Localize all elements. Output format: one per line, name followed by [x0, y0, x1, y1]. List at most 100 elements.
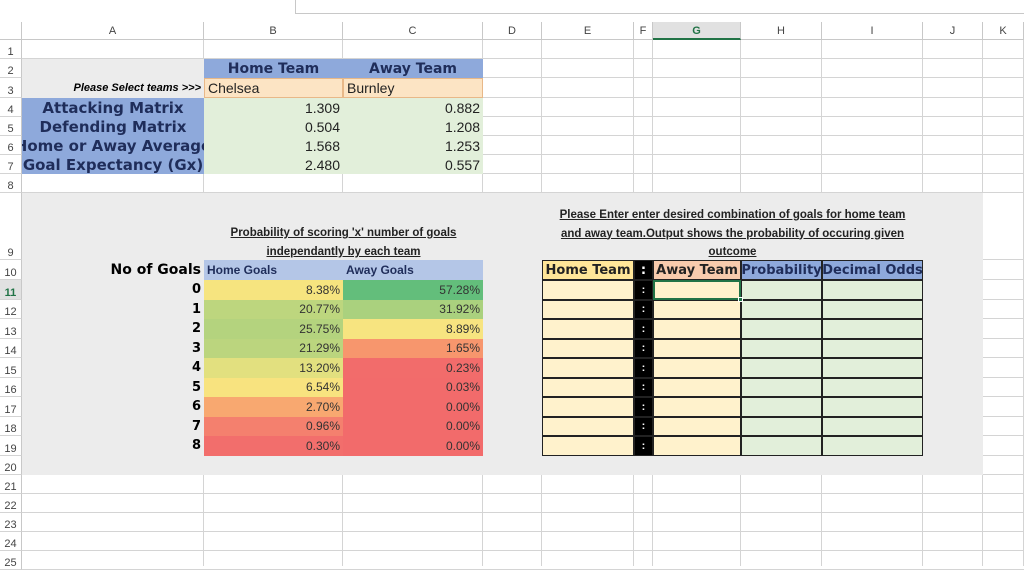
column-header-F[interactable]: F: [634, 22, 653, 40]
away-goal-probability: 31.92%: [343, 299, 483, 319]
row-header-20[interactable]: 20: [0, 455, 22, 475]
away-goal-probability: 0.00%: [343, 397, 483, 417]
home-goal-probability: 21.29%: [204, 338, 343, 358]
column-header-B[interactable]: B: [204, 22, 343, 40]
home-goal-probability: 2.70%: [204, 397, 343, 417]
formula-bar[interactable]: [295, 0, 1024, 14]
goals-count: 1: [191, 301, 201, 317]
row-header-24[interactable]: 24: [0, 532, 22, 551]
decimal-odds-output: [822, 299, 923, 319]
row-header-10[interactable]: 10: [0, 260, 22, 280]
away-goal-probability: 1.65%: [343, 338, 483, 358]
select-teams-prompt: Please Select teams >>>: [22, 78, 204, 98]
row-header-12[interactable]: 12: [0, 299, 22, 319]
decimal-odds-output: [822, 397, 923, 417]
home-goals-input[interactable]: [542, 436, 634, 456]
row-header-9[interactable]: 9: [0, 193, 22, 260]
row-header-13[interactable]: 13: [0, 319, 22, 339]
decimal-odds-output: [822, 416, 923, 436]
away-goals-input[interactable]: [653, 358, 741, 378]
combination-header-odds: Decimal Odds: [822, 260, 923, 280]
home-goals-input[interactable]: [542, 397, 634, 417]
decimal-odds-output: [822, 319, 923, 339]
metric-away-value: 0.557: [343, 155, 483, 174]
home-goal-probability: 8.38%: [204, 280, 343, 300]
separator: :: [634, 377, 653, 397]
home-goals-input[interactable]: [542, 416, 634, 436]
home-team-header: Home Team: [204, 59, 343, 78]
away-goals-input[interactable]: [653, 299, 741, 319]
row-header-21[interactable]: 21: [0, 475, 22, 494]
row-header-8[interactable]: 8: [0, 174, 22, 193]
metric-home-value: 0.504: [204, 117, 343, 136]
home-goals-input[interactable]: [542, 338, 634, 358]
row-header-6[interactable]: 6: [0, 136, 22, 155]
away-team-select[interactable]: Burnley: [343, 78, 483, 98]
away-goals-input[interactable]: [653, 416, 741, 436]
probability-output: [741, 416, 822, 436]
combination-header-away: Away Team: [653, 260, 741, 280]
decimal-odds-output: [822, 377, 923, 397]
away-goal-probability: 0.00%: [343, 416, 483, 436]
row-header-11[interactable]: 11: [0, 280, 22, 300]
row-header-22[interactable]: 22: [0, 494, 22, 513]
row-header-2[interactable]: 2: [0, 59, 22, 78]
row-header-16[interactable]: 16: [0, 377, 22, 397]
probability-output: [741, 436, 822, 456]
home-goals-input[interactable]: [542, 377, 634, 397]
home-goals-input[interactable]: [542, 299, 634, 319]
home-goals-input[interactable]: [542, 358, 634, 378]
row-header-17[interactable]: 17: [0, 397, 22, 417]
row-header-5[interactable]: 5: [0, 117, 22, 136]
away-goal-probability: 57.28%: [343, 280, 483, 300]
column-header-A[interactable]: A: [22, 22, 204, 40]
away-goals-input[interactable]: [653, 319, 741, 339]
column-header-E[interactable]: E: [542, 22, 634, 40]
away-goals-input[interactable]: [653, 397, 741, 417]
column-header-J[interactable]: J: [923, 22, 983, 40]
row-header-3[interactable]: 3: [0, 78, 22, 98]
column-header-K[interactable]: K: [983, 22, 1024, 40]
metric-away-value: 0.882: [343, 98, 483, 117]
row-header-15[interactable]: 15: [0, 358, 22, 378]
away-team-header: Away Team: [343, 59, 483, 78]
fill-handle[interactable]: [738, 296, 743, 302]
select-all-corner[interactable]: [0, 22, 22, 40]
home-goals-input[interactable]: [542, 280, 634, 300]
home-goal-probability: 25.75%: [204, 319, 343, 339]
probability-output: [741, 377, 822, 397]
column-header-I[interactable]: I: [822, 22, 923, 40]
row-header-25[interactable]: 25: [0, 551, 22, 570]
metric-home-value: 1.568: [204, 136, 343, 155]
probability-output: [741, 358, 822, 378]
home-goals-input[interactable]: [542, 319, 634, 339]
column-header-C[interactable]: C: [343, 22, 483, 40]
separator: :: [634, 397, 653, 417]
away-goals-input[interactable]: [653, 377, 741, 397]
home-goal-probability: 20.77%: [204, 299, 343, 319]
away-goal-probability: 0.03%: [343, 377, 483, 397]
goals-count: 6: [191, 399, 201, 415]
decimal-odds-output: [822, 338, 923, 358]
home-team-select[interactable]: Chelsea: [204, 78, 343, 98]
column-header-H[interactable]: H: [741, 22, 822, 40]
home-goal-probability: 13.20%: [204, 358, 343, 378]
separator: :: [634, 436, 653, 456]
away-goals-input[interactable]: [653, 436, 741, 456]
decimal-odds-output: [822, 280, 923, 300]
row-header-14[interactable]: 14: [0, 338, 22, 358]
metric-label: Attacking Matrix: [22, 98, 204, 117]
row-header-23[interactable]: 23: [0, 513, 22, 532]
column-header-G[interactable]: G: [653, 22, 741, 40]
row-header-4[interactable]: 4: [0, 98, 22, 117]
separator: :: [634, 280, 653, 300]
row-header-18[interactable]: 18: [0, 416, 22, 436]
away-goals-input[interactable]: [653, 338, 741, 358]
metric-home-value: 1.309: [204, 98, 343, 117]
active-cell-selection[interactable]: [653, 280, 741, 300]
row-header-19[interactable]: 19: [0, 436, 22, 456]
column-header-D[interactable]: D: [483, 22, 542, 40]
row-header-1[interactable]: 1: [0, 40, 22, 59]
row-header-7[interactable]: 7: [0, 155, 22, 174]
decimal-odds-output: [822, 358, 923, 378]
